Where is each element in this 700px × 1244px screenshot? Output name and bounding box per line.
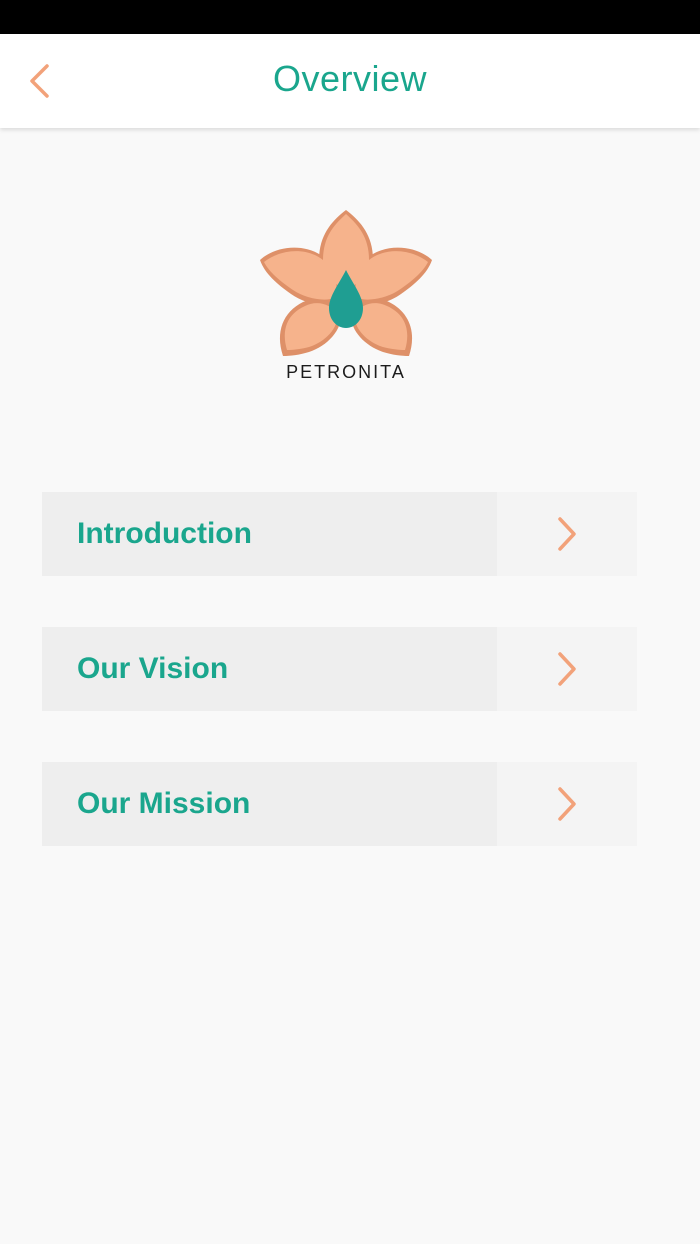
navigation-bar: Overview	[0, 34, 700, 128]
menu-item-arrow-cell[interactable]	[497, 627, 637, 711]
brand-name: PETRONITA	[286, 362, 406, 382]
menu-item-label: Introduction	[77, 517, 252, 550]
chevron-right-icon	[558, 652, 576, 686]
menu-item-arrow-cell[interactable]	[497, 492, 637, 576]
menu-item-our-vision[interactable]: Our Vision	[42, 627, 637, 711]
menu-item-label-cell: Introduction	[42, 492, 497, 576]
petronita-logo: PETRONITA	[255, 208, 437, 388]
menu-item-label-cell: Our Vision	[42, 627, 497, 711]
orchid-logo-icon	[260, 210, 432, 356]
menu-item-our-mission[interactable]: Our Mission	[42, 762, 637, 846]
status-bar	[0, 0, 700, 34]
menu-item-label-cell: Our Mission	[42, 762, 497, 846]
menu-item-introduction[interactable]: Introduction	[42, 492, 637, 576]
menu-item-label: Our Vision	[77, 652, 229, 685]
chevron-right-icon	[558, 787, 576, 821]
menu-item-arrow-cell[interactable]	[497, 762, 637, 846]
chevron-right-icon	[558, 517, 576, 551]
page-title: Overview	[272, 58, 428, 99]
menu-item-label: Our Mission	[77, 787, 251, 820]
